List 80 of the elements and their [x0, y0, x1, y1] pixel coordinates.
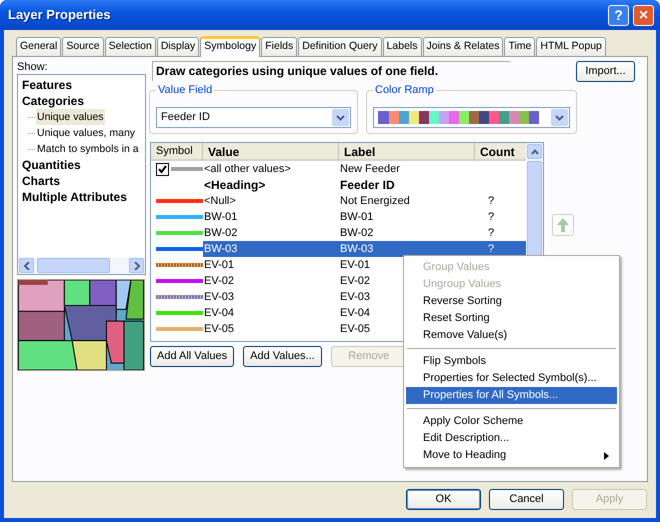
table-cell-text: EV-05: [203, 322, 235, 337]
table-cell: BW-01: [340, 211, 374, 223]
table-cell: EV-02: [340, 275, 370, 287]
table-cell: New Feeder: [340, 163, 400, 175]
table-cell-text: ?: [487, 195, 494, 207]
up-arrow-icon: [557, 218, 569, 232]
table-cell-text: <Null>: [203, 194, 237, 209]
menu-item[interactable]: Reverse Sorting: [406, 293, 617, 310]
help-button[interactable]: ?: [608, 4, 629, 26]
submenu-arrow-icon: [604, 452, 609, 460]
tab[interactable]: Display: [156, 37, 200, 56]
table-cell-text: EV-01: [203, 258, 235, 273]
tree-item[interactable]: Unique values: [36, 109, 105, 126]
table-cell-text: BW-02: [203, 226, 238, 241]
show-label: Show:: [17, 61, 49, 74]
menu-item[interactable]: Reset Sorting: [406, 310, 617, 327]
menu-item[interactable]: Properties for Selected Symbol(s)...: [406, 370, 617, 387]
tab[interactable]: Source: [62, 37, 104, 56]
tab[interactable]: General: [16, 37, 62, 56]
table-cell-text: <Heading>: [203, 177, 266, 193]
tree-item[interactable]: Multiple Attributes: [22, 189, 145, 206]
tree-item[interactable]: Features: [22, 77, 145, 94]
chevron-down-icon: [336, 114, 345, 120]
chevron-down-icon: [555, 114, 564, 120]
table-cell-text: ?: [487, 243, 494, 255]
checkbox[interactable]: [156, 162, 169, 176]
description-text: Draw categories using unique values of one field.: [152, 61, 510, 81]
table-cell: EV-01: [340, 259, 370, 271]
scrollbar-thumb[interactable]: [37, 258, 110, 274]
dialog-button[interactable]: OK: [406, 489, 481, 510]
action-button[interactable]: Add All Values: [150, 346, 234, 367]
column-header[interactable]: Value: [203, 143, 339, 162]
color-ramp-dropdown[interactable]: [373, 107, 570, 128]
table-cell: EV-03: [340, 291, 370, 303]
group-label: Color Ramp: [373, 84, 436, 98]
window-title: Layer Properties: [8, 7, 112, 23]
tab[interactable]: Labels: [382, 37, 422, 56]
checkmark-icon: [158, 164, 167, 174]
menu-item[interactable]: Apply Color Scheme: [406, 413, 617, 430]
table-cell: BW-03: [203, 241, 339, 257]
table-cell: Not Energized: [340, 195, 410, 207]
scroll-up-button[interactable]: [527, 144, 542, 159]
close-button[interactable]: ×: [633, 4, 654, 26]
dialog-button[interactable]: Cancel: [489, 489, 564, 510]
table-cell: BW-02: [340, 227, 374, 239]
table-cell: EV-05: [340, 323, 370, 335]
action-button[interactable]: Add Values...: [243, 346, 322, 367]
table-cell-text: EV-02: [203, 274, 235, 289]
table-cell-text: ?: [487, 211, 494, 223]
tab[interactable]: HTML Popup: [536, 37, 606, 56]
tree-item[interactable]: Match to symbols in a: [36, 141, 140, 158]
table-cell-text: <all other values>: [203, 162, 292, 177]
tab[interactable]: Fields: [261, 37, 298, 56]
tab[interactable]: Joins & Relates: [422, 37, 504, 56]
table-cell-text: BW-01: [203, 210, 238, 225]
tab[interactable]: Definition Query: [298, 37, 382, 56]
column-header[interactable]: Label: [339, 143, 475, 162]
menu-item[interactable]: Properties for All Symbols...: [406, 387, 617, 404]
scroll-left-button[interactable]: [19, 258, 34, 274]
tab[interactable]: Time: [504, 37, 536, 56]
table-cell: Feeder ID: [340, 178, 395, 192]
tree-item[interactable]: Categories: [22, 93, 145, 110]
table-cell-text: EV-04: [203, 306, 235, 321]
tab[interactable]: Symbology: [200, 36, 260, 57]
tree-item[interactable]: Unique values, many: [36, 125, 136, 142]
import-button[interactable]: Import...: [576, 61, 635, 82]
menu-item[interactable]: Flip Symbols: [406, 353, 617, 370]
value-field-dropdown[interactable]: Feeder ID: [156, 107, 351, 128]
tree-item[interactable]: Quantities: [22, 157, 145, 174]
tree-item[interactable]: Charts: [22, 173, 145, 190]
menu-item[interactable]: Move to Heading: [406, 447, 617, 464]
tab[interactable]: Selection: [104, 37, 156, 56]
menu-item[interactable]: Edit Description...: [406, 430, 617, 447]
table-cell-text: EV-03: [203, 290, 235, 305]
table-cell-text: ?: [487, 227, 494, 239]
column-header[interactable]: Symbol: [151, 143, 203, 162]
table-cell: EV-04: [340, 307, 370, 319]
menu-item[interactable]: Remove Value(s): [406, 327, 617, 344]
table-cell: BW-03: [340, 243, 374, 255]
scroll-right-button[interactable]: [129, 258, 144, 274]
